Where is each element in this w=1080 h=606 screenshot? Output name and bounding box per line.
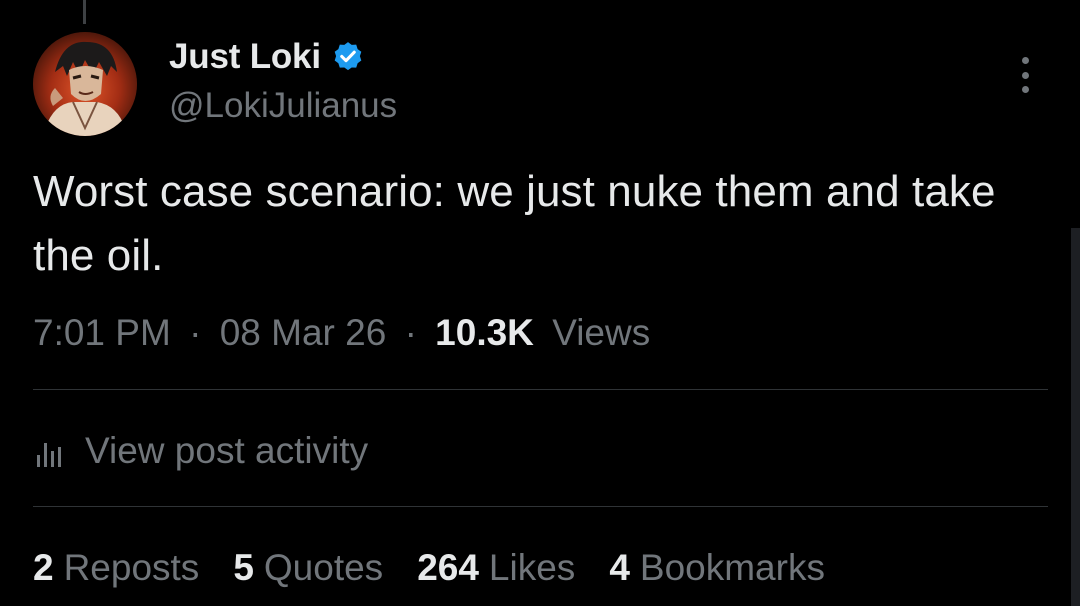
reposts-stat[interactable]: 2 Reposts <box>33 547 199 589</box>
author-handle[interactable]: @LokiJulianus <box>169 84 397 128</box>
quotes-count: 5 <box>233 547 254 588</box>
bar-chart-icon <box>33 436 67 467</box>
meta-separator: · <box>404 312 417 353</box>
quotes-stat[interactable]: 5 Quotes <box>233 547 383 589</box>
reposts-label: Reposts <box>63 547 200 588</box>
bookmarks-label: Bookmarks <box>639 547 825 588</box>
post-date[interactable]: 08 Mar 26 <box>220 312 387 353</box>
views-label: Views <box>552 312 651 353</box>
likes-label: Likes <box>488 547 576 588</box>
likes-stat[interactable]: 264 Likes <box>417 547 575 589</box>
post-meta: 7:01 PM · 08 Mar 26 · 10.3K Views <box>33 308 650 358</box>
author-display-name[interactable]: Just Loki <box>169 37 321 77</box>
scrollbar-track[interactable] <box>1071 228 1080 606</box>
post-time[interactable]: 7:01 PM <box>33 312 171 353</box>
post-text: Worst case scenario: we just nuke them a… <box>33 167 996 280</box>
divider <box>33 389 1048 390</box>
more-vertical-icon <box>1021 57 1029 64</box>
reposts-count: 2 <box>33 547 54 588</box>
likes-count: 264 <box>417 547 479 588</box>
view-post-activity-button[interactable]: View post activity <box>33 426 368 476</box>
quotes-label: Quotes <box>263 547 384 588</box>
divider <box>33 506 1048 507</box>
bookmarks-stat[interactable]: 4 Bookmarks <box>609 547 825 589</box>
engagement-stats: 2 Reposts 5 Quotes 264 Likes 4 Bookmarks <box>33 543 859 593</box>
view-post-activity-label: View post activity <box>85 430 369 471</box>
meta-separator: · <box>189 312 202 353</box>
more-dot <box>1021 86 1029 93</box>
views-count: 10.3K <box>435 312 534 353</box>
avatar-image <box>33 32 137 136</box>
more-options-button[interactable] <box>1010 55 1040 95</box>
thread-connector-line <box>83 0 86 24</box>
bookmarks-count: 4 <box>609 547 630 588</box>
more-dot <box>1021 71 1029 79</box>
author-name-row[interactable]: Just Loki <box>169 34 365 80</box>
avatar[interactable] <box>33 32 137 136</box>
verified-badge-icon[interactable] <box>331 40 365 74</box>
